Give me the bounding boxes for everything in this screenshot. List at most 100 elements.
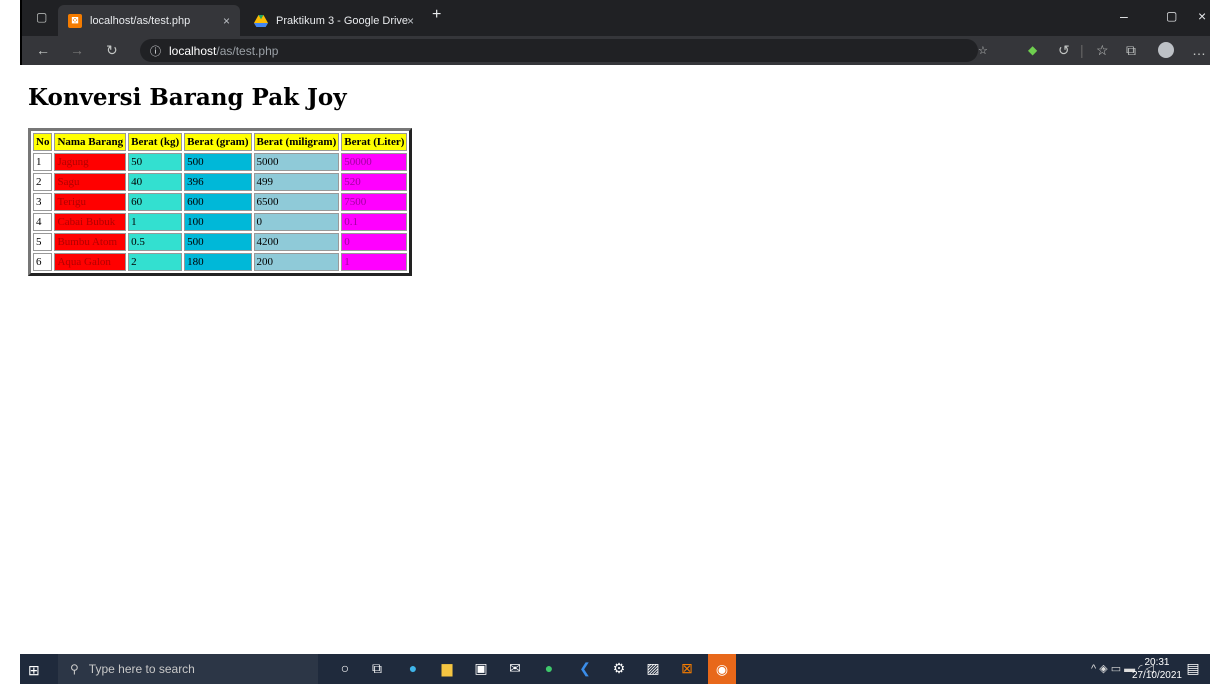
page-title: Konversi Barang Pak Joy [28, 84, 347, 111]
cell-mg: 499 [253, 173, 340, 191]
clock[interactable]: 20:31 27/10/2021 [1132, 656, 1182, 682]
tab-google-drive[interactable]: Praktikum 3 - Google Drive × [244, 5, 424, 36]
cell-gram: 180 [184, 253, 252, 271]
cell-kg: 1 [128, 213, 183, 231]
cell-mg: 0 [253, 213, 340, 231]
restore-button[interactable]: ▢ [1166, 9, 1177, 23]
cell-no: 5 [33, 233, 53, 251]
cell-gram: 600 [184, 193, 252, 211]
reload-icon[interactable]: ↻ [106, 42, 118, 59]
cell-liter: 0.1 [341, 213, 408, 231]
cell-mg: 200 [253, 253, 340, 271]
cell-gram: 500 [184, 233, 252, 251]
xampp-icon[interactable]: ⊠ [678, 660, 696, 677]
clock-date: 27/10/2021 [1131, 670, 1182, 681]
profile-icon[interactable] [1158, 42, 1174, 58]
cell-liter: 7500 [341, 193, 408, 211]
taskbar-search[interactable]: ⚲ Type here to search [58, 654, 318, 684]
close-tab-icon[interactable]: × [223, 14, 230, 28]
url-host: localhost [169, 43, 217, 58]
cell-gram: 100 [184, 213, 252, 231]
cell-name: Cabai Bubuk [54, 213, 127, 231]
cell-kg: 60 [128, 193, 183, 211]
chrome-icon[interactable]: ◉ [708, 654, 736, 684]
tab-actions-icon[interactable]: ▢ [36, 10, 47, 24]
address-bar[interactable]: ⓘ localhost/as/test.php [140, 39, 978, 62]
back-icon[interactable]: ← [36, 42, 50, 58]
vscode-icon[interactable]: ❮ [576, 660, 594, 677]
cell-mg: 6500 [253, 193, 340, 211]
cell-no: 4 [33, 213, 53, 231]
cell-liter: 50000 [341, 153, 408, 171]
cell-name: Sagu [54, 173, 127, 191]
cell-liter: 520 [341, 173, 408, 191]
cell-mg: 4200 [253, 233, 340, 251]
refresh-icon[interactable]: ↺ [1058, 42, 1070, 59]
header-liter: Berat (Liter) [341, 133, 408, 151]
cell-kg: 0.5 [128, 233, 183, 251]
browser-window: ▢ ⊠ localhost/as/test.php × Praktikum 3 … [20, 0, 1210, 684]
table-row: 6 Aqua Galon 2 180 200 1 [33, 253, 408, 271]
table-row: 2 Sagu 40 396 499 520 [33, 173, 408, 191]
clock-time: 20:31 [1144, 657, 1170, 668]
google-drive-icon [254, 14, 268, 28]
info-icon[interactable]: ⓘ [150, 43, 161, 59]
header-kg: Berat (kg) [128, 133, 183, 151]
cortana-icon[interactable]: ○ [336, 660, 354, 676]
minimize-button[interactable]: – [1120, 8, 1128, 24]
collections-icon[interactable]: ⧉ [1126, 42, 1136, 59]
cell-liter: 1 [341, 253, 408, 271]
header-name: Nama Barang [54, 133, 127, 151]
tab-localhost[interactable]: ⊠ localhost/as/test.php × [58, 5, 240, 36]
table-header-row: No Nama Barang Berat (kg) Berat (gram) B… [33, 133, 408, 151]
new-tab-button[interactable]: + [432, 6, 441, 24]
forward-icon[interactable]: → [70, 42, 84, 58]
header-no: No [33, 133, 53, 151]
cell-no: 2 [33, 173, 53, 191]
more-icon[interactable]: … [1192, 42, 1206, 58]
photos-icon[interactable]: ▨ [644, 660, 662, 677]
header-mg: Berat (miligram) [253, 133, 340, 151]
cell-mg: 5000 [253, 153, 340, 171]
table-row: 5 Bumbu Atom 0.5 500 4200 0 [33, 233, 408, 251]
left-margin [0, 0, 20, 684]
tab-strip: ▢ ⊠ localhost/as/test.php × Praktikum 3 … [20, 0, 1210, 36]
url-path: /as/test.php [216, 43, 279, 58]
favorites-icon[interactable]: ☆ [1096, 42, 1109, 59]
cell-kg: 50 [128, 153, 183, 171]
cell-name: Aqua Galon [54, 253, 127, 271]
cell-name: Bumbu Atom [54, 233, 127, 251]
file-explorer-icon[interactable]: ▆ [438, 660, 456, 677]
search-placeholder: Type here to search [88, 662, 195, 676]
divider: | [1080, 42, 1084, 58]
close-window-button[interactable]: × [1198, 8, 1206, 24]
edge-icon[interactable]: ● [404, 660, 422, 676]
table-row: 1 Jagung 50 500 5000 50000 [33, 153, 408, 171]
tab-title: localhost/as/test.php [90, 14, 191, 27]
cell-no: 1 [33, 153, 53, 171]
cell-no: 3 [33, 193, 53, 211]
whatsapp-icon[interactable]: ● [540, 660, 558, 676]
cell-name: Terigu [54, 193, 127, 211]
cell-liter: 0 [341, 233, 408, 251]
settings-icon[interactable]: ⚙ [610, 660, 628, 677]
cell-gram: 500 [184, 153, 252, 171]
navigation-bar: ← → ↻ ⓘ localhost/as/test.php ☆ ◆ ↺ | ☆ … [20, 36, 1210, 65]
read-aloud-icon[interactable]: ☆ [978, 44, 988, 57]
conversion-table: No Nama Barang Berat (kg) Berat (gram) B… [28, 128, 413, 276]
windows-start-icon[interactable]: ⊞ [28, 662, 40, 679]
cell-name: Jagung [54, 153, 127, 171]
cell-kg: 40 [128, 173, 183, 191]
store-icon[interactable]: ▣ [472, 660, 490, 677]
notification-icon[interactable]: ▤ [1184, 660, 1202, 677]
mail-icon[interactable]: ✉ [506, 660, 524, 677]
header-gram: Berat (gram) [184, 133, 252, 151]
cell-kg: 2 [128, 253, 183, 271]
extension-icon[interactable]: ◆ [1028, 43, 1037, 57]
table-row: 4 Cabai Bubuk 1 100 0 0.1 [33, 213, 408, 231]
tab-title: Praktikum 3 - Google Drive [276, 14, 409, 27]
task-view-icon[interactable]: ⧉ [368, 660, 386, 677]
cell-gram: 396 [184, 173, 252, 191]
xampp-icon: ⊠ [68, 13, 82, 28]
close-tab-icon[interactable]: × [407, 14, 414, 28]
